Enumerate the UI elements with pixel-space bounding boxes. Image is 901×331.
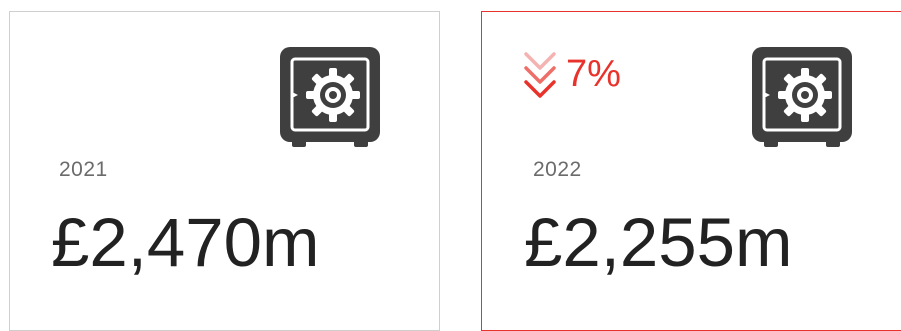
stat-card-2022: 7% 2022 £2,255m xyxy=(481,11,901,331)
stat-card-2021: 2021 £2,470m xyxy=(9,11,440,331)
amount-value: £2,255m xyxy=(524,204,793,281)
safe-icon xyxy=(750,45,854,149)
year-label: 2021 xyxy=(59,158,108,181)
double-chevron-down-icon xyxy=(524,52,556,98)
change-indicator: 7% xyxy=(522,46,621,102)
amount-value: £2,470m xyxy=(51,204,320,281)
safe-icon xyxy=(278,45,382,149)
change-percent: 7% xyxy=(566,53,621,95)
year-label: 2022 xyxy=(533,158,582,181)
